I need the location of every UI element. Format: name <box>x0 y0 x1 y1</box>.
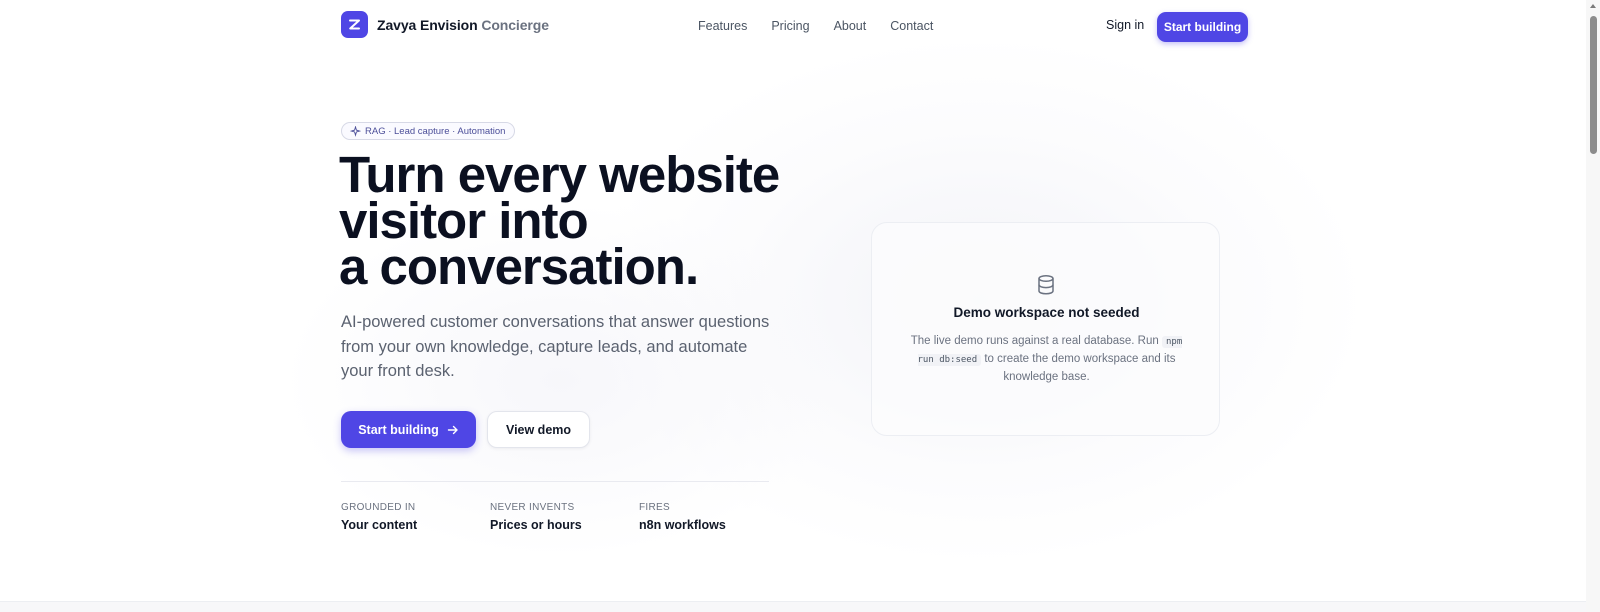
next-section-edge <box>0 601 1586 612</box>
nav-link-features[interactable]: Features <box>698 19 747 33</box>
demo-card-text-before: The live demo runs against a real databa… <box>910 335 1159 347</box>
start-building-button[interactable]: Start building <box>341 411 476 448</box>
demo-workspace-card: Demo workspace not seeded The live demo … <box>871 222 1220 436</box>
demo-card-text-after: to create the demo workspace and its kno… <box>984 353 1176 383</box>
stat-value: Prices or hours <box>490 518 582 532</box>
hero-stats: GROUNDED IN Your content NEVER INVENTS P… <box>341 502 788 532</box>
nav-link-contact[interactable]: Contact <box>890 19 933 33</box>
feature-pill-text: RAG · Lead capture · Automation <box>365 125 506 137</box>
nav-start-building-button[interactable]: Start building <box>1157 12 1248 42</box>
brand-logo[interactable]: Zavya Envision Concierge <box>341 11 549 38</box>
landing-page: Zavya Envision Concierge Features Pricin… <box>0 0 1600 612</box>
nav-links: Features Pricing About Contact <box>698 19 933 33</box>
start-building-label: Start building <box>358 422 439 437</box>
stat-item: GROUNDED IN Your content <box>341 502 490 532</box>
hero-headline-line-3: a conversation. <box>339 238 699 295</box>
hero-headline: Turn every website visitor into a conver… <box>339 149 809 295</box>
feature-pill: RAG · Lead capture · Automation <box>341 122 516 140</box>
database-icon <box>1038 274 1054 295</box>
nav-link-about[interactable]: About <box>834 19 867 33</box>
stat-label: NEVER INVENTS <box>490 502 575 513</box>
nav-link-pricing[interactable]: Pricing <box>771 19 809 33</box>
brand-name-main: Zavya Envision <box>377 16 478 33</box>
brand-name-suffix: Concierge <box>481 16 549 33</box>
demo-card-title: Demo workspace not seeded <box>953 305 1140 320</box>
stat-label: FIRES <box>639 502 670 513</box>
stat-value: Your content <box>341 518 418 532</box>
stats-divider <box>341 481 769 482</box>
scrollbar-thumb[interactable] <box>1590 16 1597 154</box>
sign-in-link[interactable]: Sign in <box>1106 18 1144 32</box>
z-logo-icon <box>341 11 368 38</box>
stat-item: NEVER INVENTS Prices or hours <box>490 502 639 532</box>
view-demo-button[interactable]: View demo <box>487 411 590 448</box>
page-scrollbar[interactable] <box>1586 0 1600 612</box>
arrow-right-icon <box>447 425 458 434</box>
sparkles-icon <box>350 125 361 137</box>
stat-value: n8n workflows <box>639 518 726 532</box>
stat-item: FIRES n8n workflows <box>639 502 788 532</box>
hero-description: AI-powered customer conversations that a… <box>341 313 770 380</box>
top-nav: Zavya Envision Concierge Features Pricin… <box>0 0 1586 52</box>
demo-card-description: The live demo runs against a real databa… <box>902 333 1191 386</box>
stat-label: GROUNDED IN <box>341 502 416 513</box>
scroll-up-arrow-icon[interactable] <box>1590 4 1596 8</box>
brand-name: Zavya Envision Concierge <box>377 17 549 33</box>
